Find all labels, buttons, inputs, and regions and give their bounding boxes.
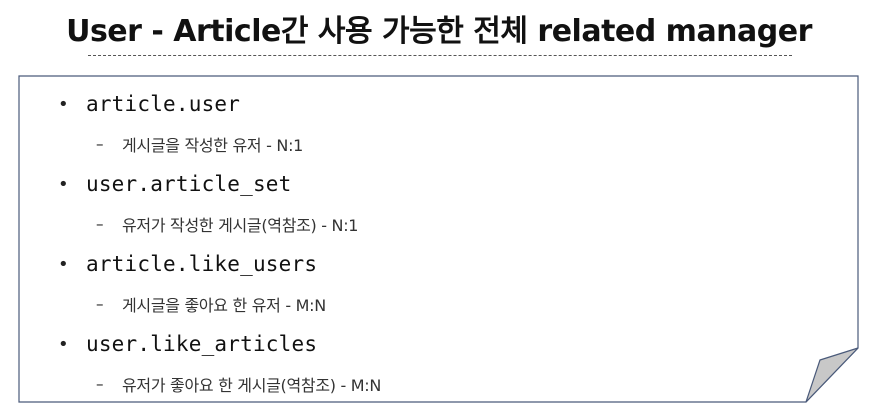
item-description: 유저가 작성한 게시글(역참조) - N:1 [122, 216, 359, 235]
item-description-row: – 게시글을 좋아요 한 유저 - M:N [58, 286, 818, 322]
item-head: • article.like_users [58, 242, 818, 286]
bullet-icon: • [58, 253, 69, 275]
dash-icon: – [96, 295, 104, 313]
item-description: 게시글을 작성한 유저 - N:1 [122, 136, 304, 155]
list-item: • user.like_articles – 유저가 좋아요 한 게시글(역참조… [58, 322, 818, 402]
bullet-icon: • [58, 173, 69, 195]
list-item: • article.user – 게시글을 작성한 유저 - N:1 [58, 82, 818, 162]
list-item: • user.article_set – 유저가 작성한 게시글(역참조) - … [58, 162, 818, 242]
item-description-row: – 유저가 작성한 게시글(역참조) - N:1 [58, 206, 818, 242]
dash-icon: – [96, 375, 104, 393]
item-list: • article.user – 게시글을 작성한 유저 - N:1 • use… [58, 82, 818, 402]
item-description: 유저가 좋아요 한 게시글(역참조) - M:N [122, 376, 382, 395]
related-manager-code: user.article_set [86, 172, 292, 196]
bullet-icon: • [58, 93, 69, 115]
related-manager-code: user.like_articles [86, 332, 318, 356]
item-head: • user.like_articles [58, 322, 818, 366]
dash-icon: – [96, 215, 104, 233]
related-manager-code: article.like_users [86, 252, 318, 276]
item-head: • user.article_set [58, 162, 818, 206]
item-description: 게시글을 좋아요 한 유저 - M:N [122, 296, 326, 315]
item-description-row: – 유저가 좋아요 한 게시글(역참조) - M:N [58, 366, 818, 402]
item-head: • article.user [58, 82, 818, 126]
related-manager-code: article.user [86, 92, 241, 116]
bullet-icon: • [58, 333, 69, 355]
item-description-row: – 게시글을 작성한 유저 - N:1 [58, 126, 818, 162]
list-item: • article.like_users – 게시글을 좋아요 한 유저 - M… [58, 242, 818, 322]
dash-icon: – [96, 135, 104, 153]
